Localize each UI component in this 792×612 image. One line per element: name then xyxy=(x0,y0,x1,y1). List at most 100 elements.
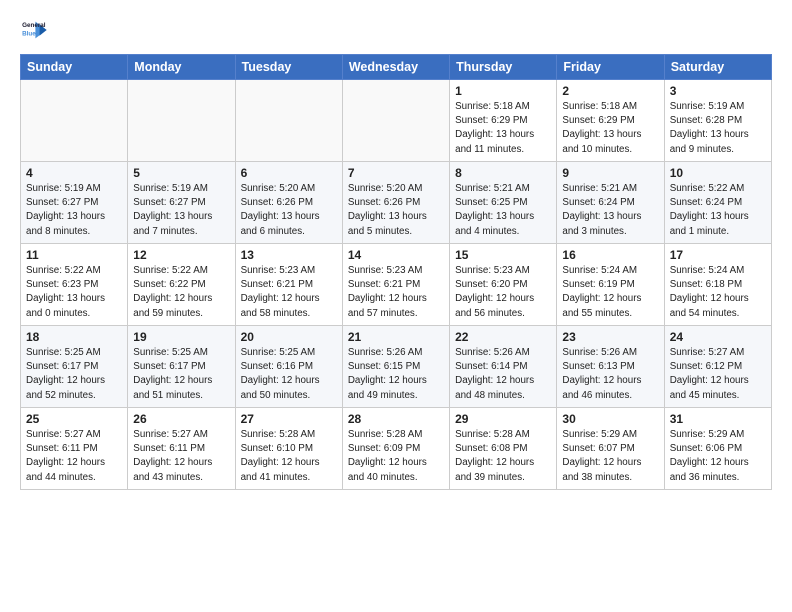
calendar-week-row: 4 Sunrise: 5:19 AM Sunset: 6:27 PM Daylig… xyxy=(21,162,772,244)
day-number: 8 xyxy=(455,166,551,180)
calendar-day-10: 10 Sunrise: 5:22 AM Sunset: 6:24 PM Dayli… xyxy=(664,162,771,244)
calendar-day-15: 15 Sunrise: 5:23 AM Sunset: 6:20 PM Dayli… xyxy=(450,244,557,326)
day-number: 3 xyxy=(670,84,766,98)
day-number: 21 xyxy=(348,330,444,344)
calendar-day-22: 22Sunrise: 5:26 AM Sunset: 6:14 PM Dayli… xyxy=(450,326,557,408)
day-number: 5 xyxy=(133,166,229,180)
day-info: Sunrise: 5:20 AM Sunset: 6:26 PM Dayligh… xyxy=(241,182,337,239)
day-number: 10 xyxy=(670,166,766,180)
day-number: 27 xyxy=(241,412,337,426)
calendar-day-3: 3 Sunrise: 5:19 AM Sunset: 6:28 PM Daylig… xyxy=(664,80,771,162)
day-info: Sunrise: 5:29 AM Sunset: 6:07 PM Dayligh… xyxy=(562,428,658,485)
calendar-day-9: 9 Sunrise: 5:21 AM Sunset: 6:24 PM Daylig… xyxy=(557,162,664,244)
day-number: 20 xyxy=(241,330,337,344)
day-info: Sunrise: 5:27 AM Sunset: 6:11 PM Dayligh… xyxy=(133,428,229,485)
day-number: 4 xyxy=(26,166,122,180)
logo-icon: General Blue xyxy=(20,16,48,44)
calendar-empty-cell xyxy=(342,80,449,162)
weekday-header-tuesday: Tuesday xyxy=(235,55,342,80)
day-number: 24 xyxy=(670,330,766,344)
day-info: Sunrise: 5:24 AM Sunset: 6:19 PM Dayligh… xyxy=(562,264,658,321)
calendar-day-11: 11 Sunrise: 5:22 AM Sunset: 6:23 PM Dayli… xyxy=(21,244,128,326)
calendar-day-21: 21 Sunrise: 5:26 AM Sunset: 6:15 PM Dayli… xyxy=(342,326,449,408)
day-info: Sunrise: 5:28 AM Sunset: 6:09 PM Dayligh… xyxy=(348,428,444,485)
calendar-day-17: 17Sunrise: 5:24 AM Sunset: 6:18 PM Dayli… xyxy=(664,244,771,326)
weekday-header-sunday: Sunday xyxy=(21,55,128,80)
day-number: 2 xyxy=(562,84,658,98)
day-number: 14 xyxy=(348,248,444,262)
calendar-week-row: 1 Sunrise: 5:18 AM Sunset: 6:29 PM Daylig… xyxy=(21,80,772,162)
page: General Blue SundayMondayTuesdayWednesda… xyxy=(0,0,792,612)
logo: General Blue xyxy=(20,16,48,44)
day-info: Sunrise: 5:21 AM Sunset: 6:25 PM Dayligh… xyxy=(455,182,551,239)
calendar-day-23: 23Sunrise: 5:26 AM Sunset: 6:13 PM Dayli… xyxy=(557,326,664,408)
day-info: Sunrise: 5:25 AM Sunset: 6:17 PM Dayligh… xyxy=(26,346,122,403)
day-number: 29 xyxy=(455,412,551,426)
calendar-week-row: 25 Sunrise: 5:27 AM Sunset: 6:11 PM Dayli… xyxy=(21,408,772,490)
day-number: 25 xyxy=(26,412,122,426)
weekday-header-thursday: Thursday xyxy=(450,55,557,80)
calendar-day-24: 24 Sunrise: 5:27 AM Sunset: 6:12 PM Dayli… xyxy=(664,326,771,408)
day-number: 31 xyxy=(670,412,766,426)
weekday-header-row: SundayMondayTuesdayWednesdayThursdayFrid… xyxy=(21,55,772,80)
day-info: Sunrise: 5:26 AM Sunset: 6:15 PM Dayligh… xyxy=(348,346,444,403)
calendar-day-1: 1 Sunrise: 5:18 AM Sunset: 6:29 PM Daylig… xyxy=(450,80,557,162)
svg-text:General: General xyxy=(22,22,46,29)
calendar-day-18: 18 Sunrise: 5:25 AM Sunset: 6:17 PM Dayli… xyxy=(21,326,128,408)
day-number: 16 xyxy=(562,248,658,262)
weekday-header-saturday: Saturday xyxy=(664,55,771,80)
calendar-day-19: 19Sunrise: 5:25 AM Sunset: 6:17 PM Dayli… xyxy=(128,326,235,408)
weekday-header-wednesday: Wednesday xyxy=(342,55,449,80)
calendar-day-20: 20Sunrise: 5:25 AM Sunset: 6:16 PM Dayli… xyxy=(235,326,342,408)
weekday-header-friday: Friday xyxy=(557,55,664,80)
day-number: 7 xyxy=(348,166,444,180)
day-info: Sunrise: 5:29 AM Sunset: 6:06 PM Dayligh… xyxy=(670,428,766,485)
day-number: 11 xyxy=(26,248,122,262)
day-info: Sunrise: 5:19 AM Sunset: 6:27 PM Dayligh… xyxy=(26,182,122,239)
day-number: 26 xyxy=(133,412,229,426)
calendar-day-6: 6Sunrise: 5:20 AM Sunset: 6:26 PM Daylig… xyxy=(235,162,342,244)
day-number: 12 xyxy=(133,248,229,262)
calendar-day-27: 27Sunrise: 5:28 AM Sunset: 6:10 PM Dayli… xyxy=(235,408,342,490)
day-number: 28 xyxy=(348,412,444,426)
day-info: Sunrise: 5:18 AM Sunset: 6:29 PM Dayligh… xyxy=(562,100,658,157)
day-info: Sunrise: 5:22 AM Sunset: 6:23 PM Dayligh… xyxy=(26,264,122,321)
calendar-week-row: 11 Sunrise: 5:22 AM Sunset: 6:23 PM Dayli… xyxy=(21,244,772,326)
calendar-day-30: 30 Sunrise: 5:29 AM Sunset: 6:07 PM Dayli… xyxy=(557,408,664,490)
calendar-table: SundayMondayTuesdayWednesdayThursdayFrid… xyxy=(20,54,772,490)
calendar-day-2: 2 Sunrise: 5:18 AM Sunset: 6:29 PM Daylig… xyxy=(557,80,664,162)
day-info: Sunrise: 5:21 AM Sunset: 6:24 PM Dayligh… xyxy=(562,182,658,239)
day-info: Sunrise: 5:19 AM Sunset: 6:28 PM Dayligh… xyxy=(670,100,766,157)
day-info: Sunrise: 5:20 AM Sunset: 6:26 PM Dayligh… xyxy=(348,182,444,239)
day-info: Sunrise: 5:23 AM Sunset: 6:20 PM Dayligh… xyxy=(455,264,551,321)
calendar-day-31: 31 Sunrise: 5:29 AM Sunset: 6:06 PM Dayli… xyxy=(664,408,771,490)
header: General Blue xyxy=(20,16,772,44)
calendar-day-14: 14 Sunrise: 5:23 AM Sunset: 6:21 PM Dayli… xyxy=(342,244,449,326)
day-info: Sunrise: 5:23 AM Sunset: 6:21 PM Dayligh… xyxy=(348,264,444,321)
day-number: 18 xyxy=(26,330,122,344)
calendar-empty-cell xyxy=(235,80,342,162)
day-number: 15 xyxy=(455,248,551,262)
calendar-day-4: 4 Sunrise: 5:19 AM Sunset: 6:27 PM Daylig… xyxy=(21,162,128,244)
day-info: Sunrise: 5:27 AM Sunset: 6:12 PM Dayligh… xyxy=(670,346,766,403)
svg-text:Blue: Blue xyxy=(22,31,36,38)
day-number: 9 xyxy=(562,166,658,180)
day-info: Sunrise: 5:23 AM Sunset: 6:21 PM Dayligh… xyxy=(241,264,337,321)
calendar-day-29: 29Sunrise: 5:28 AM Sunset: 6:08 PM Dayli… xyxy=(450,408,557,490)
day-number: 30 xyxy=(562,412,658,426)
day-number: 1 xyxy=(455,84,551,98)
day-info: Sunrise: 5:19 AM Sunset: 6:27 PM Dayligh… xyxy=(133,182,229,239)
weekday-header-monday: Monday xyxy=(128,55,235,80)
calendar-day-12: 12Sunrise: 5:22 AM Sunset: 6:22 PM Dayli… xyxy=(128,244,235,326)
calendar-day-7: 7 Sunrise: 5:20 AM Sunset: 6:26 PM Daylig… xyxy=(342,162,449,244)
day-info: Sunrise: 5:27 AM Sunset: 6:11 PM Dayligh… xyxy=(26,428,122,485)
calendar-day-13: 13Sunrise: 5:23 AM Sunset: 6:21 PM Dayli… xyxy=(235,244,342,326)
day-info: Sunrise: 5:22 AM Sunset: 6:24 PM Dayligh… xyxy=(670,182,766,239)
calendar-day-28: 28 Sunrise: 5:28 AM Sunset: 6:09 PM Dayli… xyxy=(342,408,449,490)
calendar-day-5: 5 Sunrise: 5:19 AM Sunset: 6:27 PM Daylig… xyxy=(128,162,235,244)
calendar-day-8: 8 Sunrise: 5:21 AM Sunset: 6:25 PM Daylig… xyxy=(450,162,557,244)
day-info: Sunrise: 5:18 AM Sunset: 6:29 PM Dayligh… xyxy=(455,100,551,157)
calendar-day-16: 16 Sunrise: 5:24 AM Sunset: 6:19 PM Dayli… xyxy=(557,244,664,326)
day-number: 22 xyxy=(455,330,551,344)
day-info: Sunrise: 5:26 AM Sunset: 6:13 PM Dayligh… xyxy=(562,346,658,403)
